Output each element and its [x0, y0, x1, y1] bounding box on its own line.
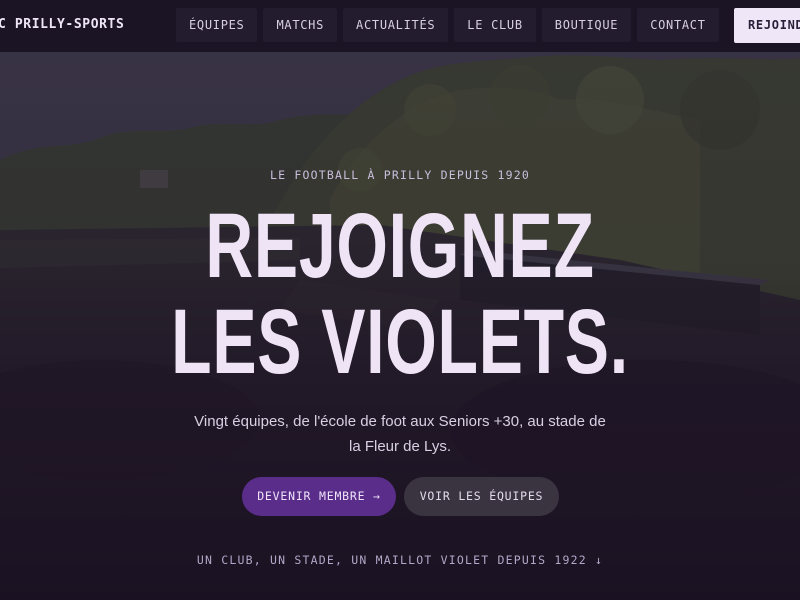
nav-item-boutique[interactable]: BOUTIQUE	[541, 8, 632, 42]
scroll-down-tagline[interactable]: UN CLUB, UN STADE, UN MAILLOT VIOLET DEP…	[0, 553, 800, 567]
hero-title-line2: LES VIOLETS.	[171, 291, 629, 393]
nav-item-actualites[interactable]: ACTUALITÉS	[343, 8, 449, 42]
brand-logo-text[interactable]: C PRILLY-SPORTS	[0, 17, 124, 32]
hero-title-line1: REJOIGNEZ	[205, 195, 595, 297]
hero-subtitle: Vingt équipes, de l'école de foot aux Se…	[194, 413, 606, 455]
top-navbar: C PRILLY-SPORTS ÉQUIPES MATCHS ACTUALITÉ…	[0, 0, 800, 52]
nav-item-equipes[interactable]: ÉQUIPES	[176, 8, 258, 42]
become-member-button[interactable]: DEVENIR MEMBRE →	[242, 477, 396, 516]
hero-section: LE FOOTBALL À PRILLY DEPUIS 1920 REJOIGN…	[0, 0, 800, 600]
nav-item-matchs[interactable]: MATCHS	[263, 8, 338, 42]
hero-title: REJOIGNEZ LES VIOLETS.	[112, 198, 688, 390]
nav-item-le-club[interactable]: LE CLUB	[454, 8, 536, 42]
nav-item-contact[interactable]: CONTACT	[637, 8, 719, 42]
join-button[interactable]: REJOIND	[734, 8, 800, 43]
hero-eyebrow: LE FOOTBALL À PRILLY DEPUIS 1920	[270, 168, 530, 182]
main-nav: ÉQUIPES MATCHS ACTUALITÉS LE CLUB BOUTIQ…	[176, 8, 719, 42]
view-teams-button[interactable]: VOIR LES ÉQUIPES	[404, 477, 559, 516]
